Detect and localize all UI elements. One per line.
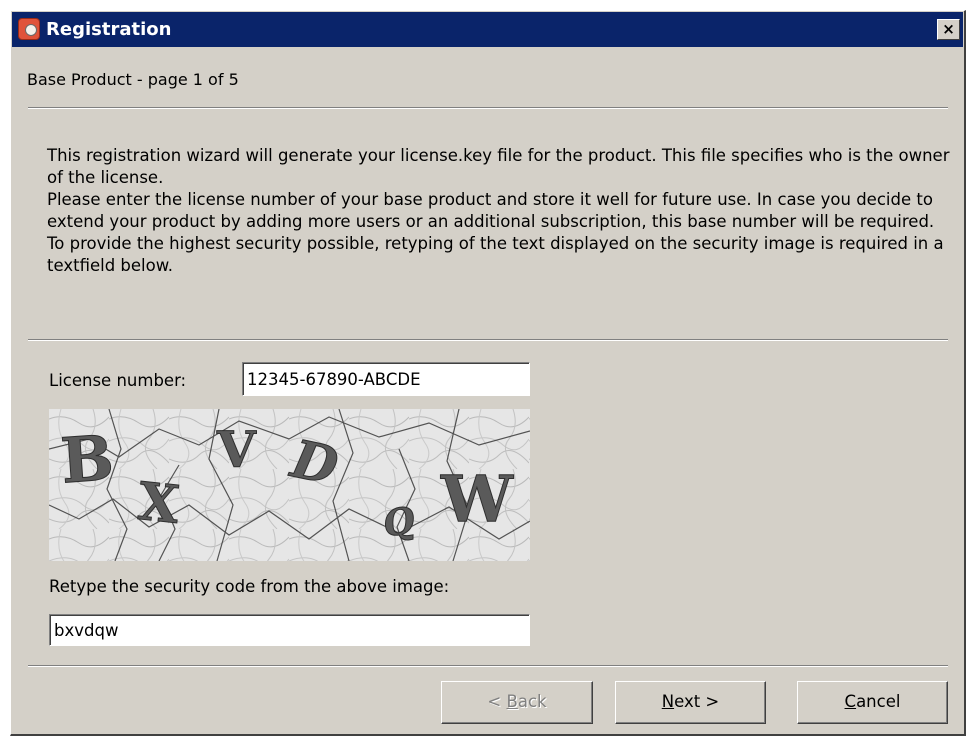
next-button-rest: ext > xyxy=(674,692,720,711)
intro-text: This registration wizard will generate y… xyxy=(47,145,953,277)
captcha-svg: B X V D Q W xyxy=(49,409,530,561)
divider-middle xyxy=(28,339,948,341)
captcha-letter-v: V xyxy=(216,420,257,479)
license-number-input[interactable] xyxy=(242,362,530,396)
next-button-mnemonic: N xyxy=(661,692,675,711)
close-icon[interactable]: × xyxy=(937,19,960,40)
cancel-button[interactable]: Cancel xyxy=(797,681,948,724)
next-button[interactable]: Next > xyxy=(615,681,766,724)
divider-top xyxy=(28,107,948,109)
divider-bottom xyxy=(28,665,948,667)
back-button-mnemonic: B xyxy=(506,692,518,711)
security-code-input[interactable] xyxy=(49,614,530,646)
captcha-letter-b: B xyxy=(59,421,116,497)
back-button[interactable]: < Back xyxy=(441,681,593,724)
back-button-rest: ack xyxy=(517,692,547,711)
captcha-letter-w: W xyxy=(440,462,514,537)
intro-paragraph-1: This registration wizard will generate y… xyxy=(47,146,950,187)
captcha-letter-x: X xyxy=(135,471,182,536)
app-icon xyxy=(18,18,40,40)
page-header: Base Product - page 1 of 5 xyxy=(27,70,239,89)
intro-paragraph-2: Please enter the license number of your … xyxy=(47,190,935,231)
intro-paragraph-3: To provide the highest security possible… xyxy=(47,234,944,275)
back-button-prefix: < xyxy=(487,692,507,711)
window-title: Registration xyxy=(46,19,172,40)
cancel-button-mnemonic: C xyxy=(844,692,857,711)
cancel-button-rest: ancel xyxy=(856,692,901,711)
security-code-label: Retype the security code from the above … xyxy=(49,577,450,596)
license-number-label: License number: xyxy=(49,371,187,390)
security-image: B X V D Q W xyxy=(49,409,530,561)
title-bar[interactable]: Registration × xyxy=(12,12,963,47)
registration-dialog: Registration × Base Product - page 1 of … xyxy=(10,10,966,736)
